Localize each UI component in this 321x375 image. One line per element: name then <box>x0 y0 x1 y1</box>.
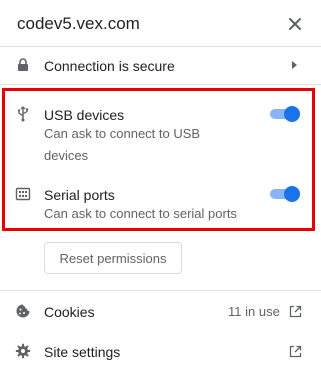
highlight-box <box>2 88 315 231</box>
site-settings-row[interactable]: Site settings <box>0 331 321 371</box>
lock-icon <box>18 58 28 71</box>
external-link-icon[interactable] <box>289 345 302 358</box>
divider <box>0 84 321 85</box>
cookie-icon <box>16 304 30 318</box>
cookies-row[interactable]: Cookies 11 in use <box>0 291 321 331</box>
cookies-label: Cookies <box>44 304 95 320</box>
connection-label: Connection is secure <box>44 58 175 74</box>
close-icon[interactable] <box>286 15 304 33</box>
site-settings-label: Site settings <box>44 344 121 360</box>
reset-permissions-button[interactable]: Reset permissions <box>44 242 182 274</box>
external-link-icon[interactable] <box>289 305 302 318</box>
site-title: codev5.vex.com <box>17 14 140 33</box>
site-info-panel: codev5.vex.com Connection is secure USB … <box>0 0 321 375</box>
panel-header: codev5.vex.com <box>0 0 321 46</box>
arrow-right-icon <box>292 61 297 69</box>
connection-row[interactable]: Connection is secure <box>0 47 321 84</box>
gear-icon <box>15 343 31 359</box>
cookies-count: 11 in use <box>228 304 280 319</box>
